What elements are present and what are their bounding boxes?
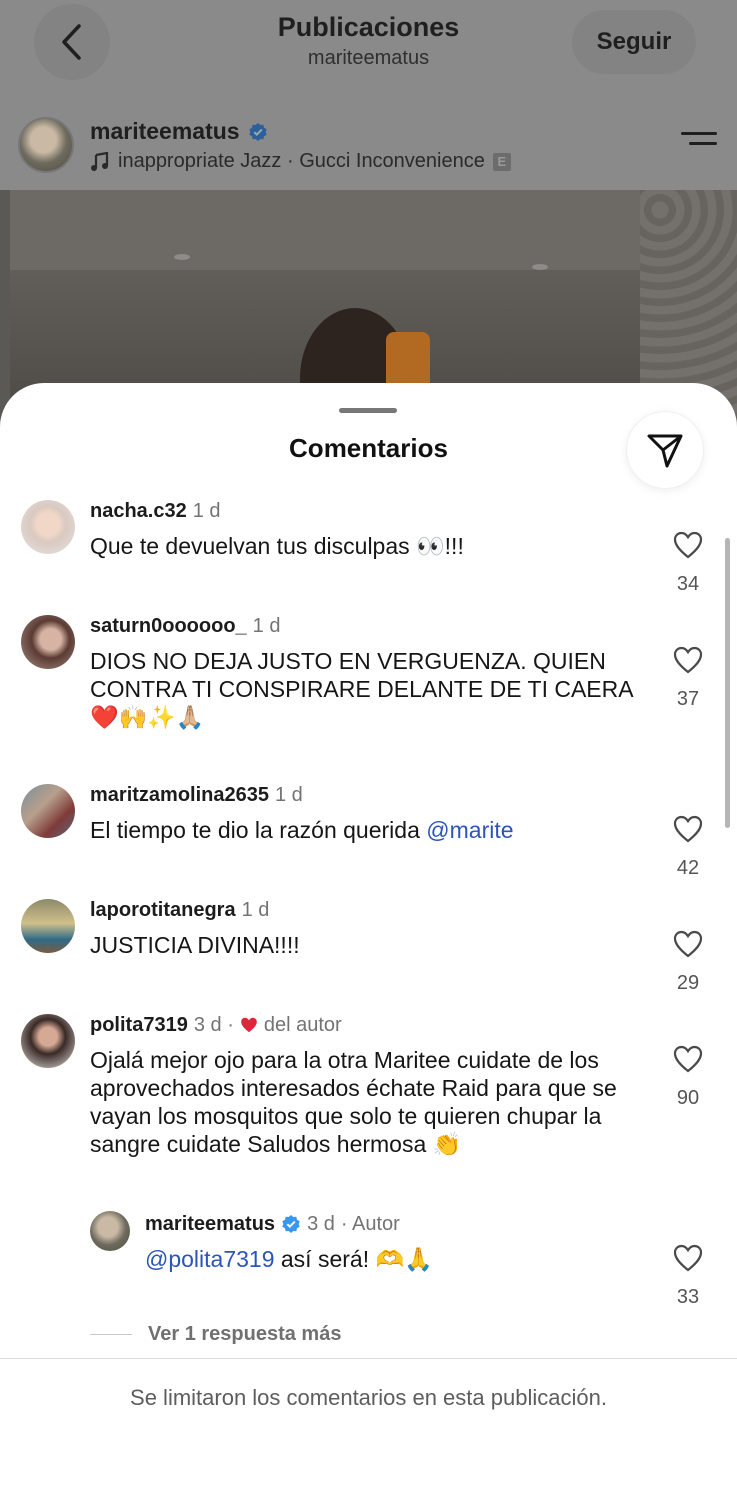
comment-text: El tiempo te dio la razón querida @marit…: [90, 816, 650, 844]
comment-text-body: El tiempo te dio la razón querida: [90, 817, 427, 843]
like-button[interactable]: 37: [668, 646, 708, 711]
comment-username[interactable]: laporotitanegra: [90, 897, 236, 923]
like-count: 37: [676, 688, 700, 710]
comments-footer: Se limitaron los comentarios en esta pub…: [0, 1358, 737, 1500]
author-liked-heart-icon: [241, 1017, 257, 1033]
comment-username[interactable]: polita7319: [90, 1012, 188, 1038]
verified-badge-icon: [282, 1215, 300, 1233]
comment-time: 1 d: [192, 500, 221, 522]
heart-outline-icon: [673, 531, 703, 559]
heart-outline-icon: [673, 930, 703, 958]
comment-text: DIOS NO DEJA JUSTO EN VERGUENZA. QUIEN C…: [90, 648, 633, 730]
comment-username[interactable]: saturn0oooooo_: [90, 613, 247, 639]
mention-link[interactable]: @polita7319: [145, 1246, 275, 1272]
post-author-avatar[interactable]: [18, 117, 74, 173]
comment-text: Que te devuelvan tus disculpas 👀!!!: [90, 533, 464, 559]
view-more-replies[interactable]: Ver 1 respuesta más: [90, 1323, 341, 1346]
author-tag: · Autor: [340, 1213, 400, 1235]
reply-time: 3 d: [307, 1213, 335, 1235]
heart-outline-icon: [673, 1244, 703, 1272]
music-note-icon: [91, 151, 109, 171]
avatar[interactable]: [21, 615, 75, 669]
view-more-replies-label: Ver 1 respuesta más: [148, 1323, 342, 1345]
explicit-badge: E: [492, 152, 511, 171]
like-count: 90: [676, 1087, 700, 1109]
comment-time: 1 d: [274, 784, 303, 806]
comments-limited-notice: Se limitaron los comentarios en esta pub…: [130, 1385, 607, 1410]
like-button[interactable]: 34: [668, 531, 708, 596]
comments-sheet: Comentarios nacha.c32 1 d Que te devuelva…: [0, 383, 737, 1500]
heart-outline-icon: [673, 1045, 703, 1073]
scrollbar[interactable]: [725, 538, 730, 828]
comment-text: Ojalá mejor ojo para la otra Maritee cui…: [90, 1047, 617, 1157]
avatar[interactable]: [21, 899, 75, 953]
share-button[interactable]: [627, 412, 703, 488]
avatar[interactable]: [21, 500, 75, 554]
like-button[interactable]: 42: [668, 815, 708, 880]
post-author-username: mariteematus: [90, 118, 240, 144]
heart-outline-icon: [673, 646, 703, 674]
comment-time: 1 d: [252, 615, 281, 637]
verified-badge-icon: [248, 122, 267, 141]
like-count: 29: [676, 972, 700, 994]
like-button[interactable]: 29: [668, 930, 708, 995]
mention-link[interactable]: @marite: [426, 817, 513, 843]
post-header-area: Publicaciones mariteematus Seguir marite…: [0, 0, 737, 190]
reply-username[interactable]: mariteematus: [145, 1211, 275, 1237]
avatar[interactable]: [21, 784, 75, 838]
avatar[interactable]: [90, 1211, 130, 1251]
post-author[interactable]: mariteematus: [90, 118, 268, 145]
sheet-grabber[interactable]: [339, 408, 397, 413]
send-icon: [647, 434, 683, 468]
avatar[interactable]: [21, 1014, 75, 1068]
divider: [90, 1334, 132, 1335]
music-track: inappropriate Jazz · Gucci Inconvenience: [118, 150, 485, 172]
comment-time: 1 d: [241, 899, 270, 921]
post-music-info[interactable]: inappropriate Jazz · Gucci Inconvenience…: [90, 150, 511, 173]
reply-text-body: así será! 🫶🙏: [274, 1246, 433, 1272]
like-button[interactable]: 33: [668, 1244, 708, 1309]
comment-username[interactable]: maritzamolina2635: [90, 782, 269, 808]
like-button[interactable]: 90: [668, 1045, 708, 1110]
comment-time: 3 d ·: [193, 1014, 234, 1036]
follow-button[interactable]: Seguir: [572, 10, 696, 74]
like-count: 42: [676, 857, 700, 879]
reply-text: @polita7319 así será! 🫶🙏: [145, 1245, 705, 1273]
comment-text: JUSTICIA DIVINA!!!!: [90, 932, 300, 958]
comment-username[interactable]: nacha.c32: [90, 498, 187, 524]
like-count: 34: [676, 573, 700, 595]
heart-outline-icon: [673, 815, 703, 843]
menu-icon[interactable]: [681, 132, 717, 156]
author-liked-label: del autor: [263, 1014, 342, 1036]
like-count: 33: [676, 1286, 700, 1308]
